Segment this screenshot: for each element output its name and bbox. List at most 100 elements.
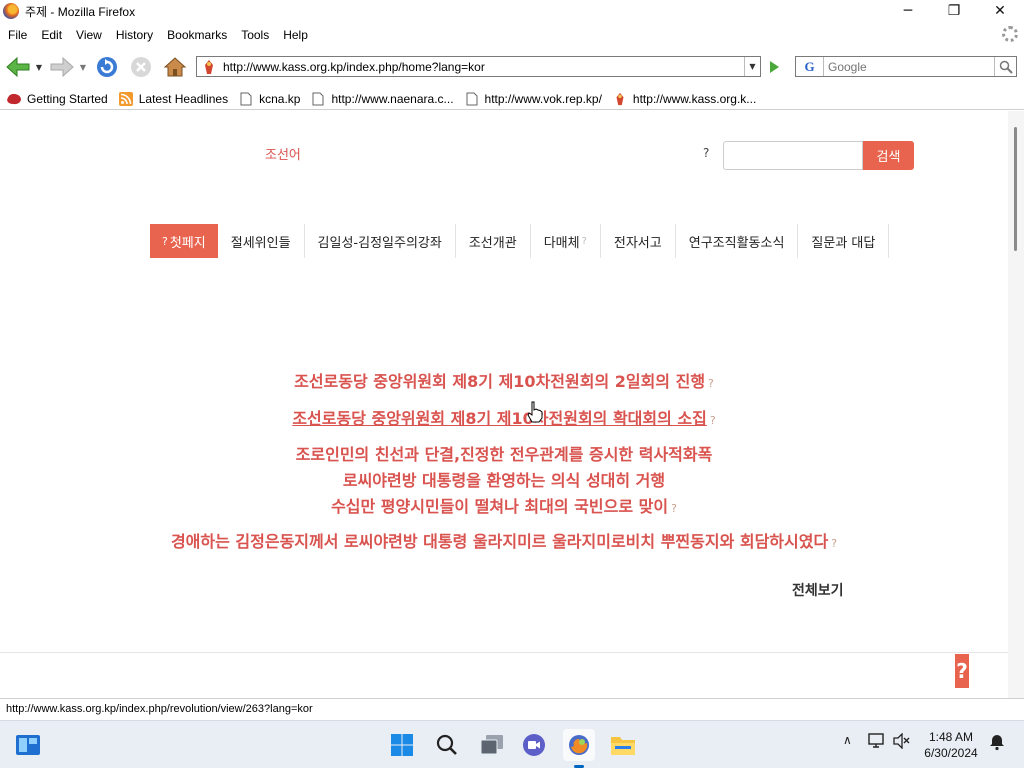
window-title: 주제 - Mozilla Firefox [25, 4, 136, 19]
stop-icon [131, 57, 151, 77]
home-button[interactable] [162, 54, 188, 80]
news-text: 로씨야련방 대통령을 환영하는 의식 성대히 거행 [342, 471, 666, 490]
menu-view[interactable]: View [76, 28, 102, 42]
widgets-button[interactable] [12, 729, 44, 761]
tray-overflow-button[interactable]: ∧ [843, 733, 852, 747]
file-explorer-button[interactable] [607, 729, 639, 761]
news-text: 조선로동당 중앙위원회 제8기 제10차전원회의 확대회의 소집 [292, 409, 707, 428]
news-item[interactable]: 수십만 평양시민들이 떨쳐나 최대의 국빈으로 맞이? [0, 493, 1008, 517]
go-button[interactable] [764, 57, 784, 77]
url-text[interactable]: http://www.kass.org.kp/index.php/home?la… [223, 60, 485, 74]
bookmark-kcna[interactable]: kcna.kp [238, 91, 300, 107]
news-text: 조선로동당 중앙위원회 제8기 제10차전원회의 2일회의 진행 [294, 372, 706, 391]
bookmark-label: http://www.naenara.c... [331, 91, 454, 106]
maximize-button[interactable]: ❐ [931, 0, 977, 22]
url-bar[interactable]: http://www.kass.org.kp/index.php/home?la… [196, 56, 761, 77]
search-engine-selector[interactable]: G [796, 57, 824, 76]
web-search-input[interactable] [828, 59, 988, 74]
stop-button[interactable] [128, 54, 154, 80]
page-content: 조선어 ? 검색 ? 첫페지 절세위인들 김일성-김정일주의강좌 조선개관 다매… [0, 111, 1008, 698]
start-button[interactable] [386, 729, 418, 761]
url-history-dropdown[interactable]: ▼ [744, 57, 760, 76]
menu-edit[interactable]: Edit [41, 28, 62, 42]
navigation-toolbar: ▼ ▼ http://www.kass.org.kp/index.php/hom… [0, 50, 1024, 84]
back-arrow-icon [6, 56, 30, 78]
reload-icon [97, 57, 117, 77]
notification-bell-icon[interactable] [988, 733, 1006, 754]
close-button[interactable]: ✕ [977, 0, 1023, 22]
news-marker: ? [708, 377, 714, 390]
site-favicon-icon [205, 59, 213, 74]
back-history-dropdown[interactable]: ▼ [34, 60, 44, 74]
teams-button[interactable] [518, 729, 550, 761]
task-view-icon [480, 735, 503, 755]
page-icon [464, 91, 480, 107]
news-item[interactable]: 로씨야련방 대통령을 환영하는 의식 성대히 거행 [0, 467, 1008, 491]
status-bar: http://www.kass.org.kp/index.php/revolut… [0, 698, 1024, 718]
system-clock[interactable]: 1:48 AM 6/30/2024 [916, 729, 986, 761]
hand-cursor-icon [527, 401, 543, 423]
volume-muted-icon[interactable] [893, 732, 911, 752]
nav-korea-overview[interactable]: 조선개관 [456, 224, 531, 258]
bookmark-label: Latest Headlines [138, 91, 229, 106]
nav-multimedia[interactable]: 다매체 ? [531, 224, 601, 258]
bookmark-label: kcna.kp [259, 91, 301, 106]
taskbar-search-button[interactable] [431, 729, 463, 761]
scrollbar-thumb[interactable] [1014, 127, 1017, 251]
nav-multimedia-suffix: ? [581, 235, 587, 247]
network-status-icon[interactable] [868, 733, 886, 752]
clock-time: 1:48 AM [928, 730, 974, 744]
nav-e-library[interactable]: 전자서고 [601, 224, 676, 258]
menu-bookmarks[interactable]: Bookmarks [167, 28, 227, 42]
nav-home[interactable]: ? 첫페지 [150, 224, 218, 258]
bookmark-label: Getting Started [27, 91, 108, 106]
firefox-logo-icon [3, 3, 19, 19]
firefox-taskbar-button[interactable] [563, 729, 595, 761]
search-go-button[interactable] [994, 57, 1016, 76]
news-text: 수십만 평양시민들이 떨쳐나 최대의 국빈으로 맞이 [331, 497, 669, 516]
section-divider [0, 652, 1008, 653]
go-arrow-icon [770, 61, 779, 73]
news-item[interactable]: 경애하는 김정은동지께서 로씨야련방 대통령 울라지미르 울라지미로비치 뿌찐동… [0, 528, 1008, 552]
news-marker: ? [709, 414, 716, 427]
bookmark-kass[interactable]: http://www.kass.org.k... [612, 91, 756, 107]
site-search-button[interactable]: 검색 [863, 141, 914, 170]
view-all-link[interactable]: 전체보기 [792, 580, 844, 600]
site-favicon-icon [612, 91, 628, 107]
search-help-icon: ? [703, 146, 710, 160]
main-nav: ? 첫페지 절세위인들 김일성-김정일주의강좌 조선개관 다매체 ? 전자서고 … [150, 224, 890, 258]
language-link[interactable]: 조선어 [265, 144, 301, 163]
menu-file[interactable]: File [8, 28, 27, 42]
minimize-button[interactable]: ─ [885, 0, 931, 22]
news-item-hovered[interactable]: 조선로동당 중앙위원회 제8기 제10차전원회의 확대회의 소집? [0, 405, 1008, 429]
nav-lectures[interactable]: 김일성-김정일주의강좌 [305, 224, 456, 258]
forward-button[interactable] [48, 54, 76, 80]
nav-qa[interactable]: 질문과 대답 [798, 224, 890, 258]
nav-great-persons[interactable]: 절세위인들 [218, 224, 305, 258]
task-view-button[interactable] [476, 729, 508, 761]
vertical-scrollbar[interactable] [1008, 111, 1024, 698]
menu-tools[interactable]: Tools [241, 28, 269, 42]
site-search-input[interactable] [723, 141, 863, 170]
news-item[interactable]: 조로인민의 친선과 단결,진정한 전우관계를 증시한 력사적화폭 [0, 441, 1008, 465]
forward-arrow-icon [50, 56, 74, 78]
folder-icon [611, 737, 635, 755]
taskbar: ∧ 1:48 AM 6/30/2024 [0, 720, 1024, 768]
bookmark-latest-headlines[interactable]: Latest Headlines [118, 91, 228, 107]
firefox-bookmark-icon [6, 91, 22, 107]
home-icon [163, 57, 187, 77]
menu-help[interactable]: Help [283, 28, 308, 42]
bookmark-vok[interactable]: http://www.vok.rep.kp/ [464, 91, 602, 107]
back-button[interactable] [4, 54, 32, 80]
nav-research-news[interactable]: 연구조직활동소식 [676, 224, 799, 258]
reload-button[interactable] [94, 54, 120, 80]
bookmark-getting-started[interactable]: Getting Started [6, 91, 108, 107]
news-item[interactable]: 조선로동당 중앙위원회 제8기 제10차전원회의 2일회의 진행? [0, 368, 1008, 392]
forward-history-dropdown[interactable]: ▼ [78, 60, 88, 74]
widgets-icon [16, 735, 40, 755]
bookmark-naenara[interactable]: http://www.naenara.c... [310, 91, 454, 107]
news-marker: ? [831, 537, 838, 550]
menu-history[interactable]: History [116, 28, 153, 42]
search-bar[interactable]: G [795, 56, 1017, 77]
back-to-top-button[interactable]: ? [955, 654, 969, 688]
